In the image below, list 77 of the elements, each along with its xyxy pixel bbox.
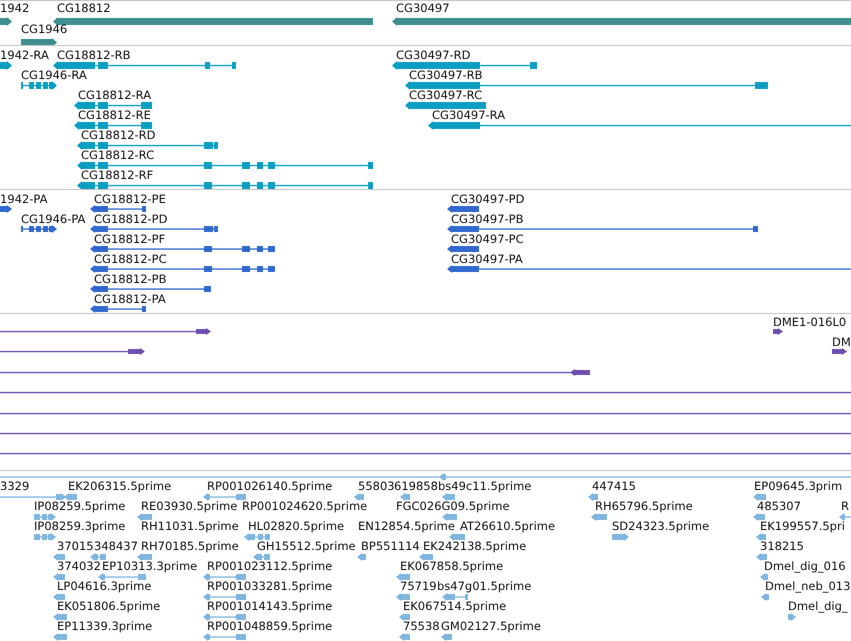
feature-label: CG1946: [21, 23, 68, 36]
feature-label: CG18812-PA: [94, 293, 166, 306]
feature-label: EP10313.3prime: [102, 560, 198, 573]
feature-label: 75719: [400, 580, 437, 593]
feature-label: 619858: [394, 480, 438, 493]
feature-label: RH11031.5prime: [141, 520, 239, 533]
feature-label: RP001026140.5prime: [207, 480, 332, 493]
feature-label: RP001023112.5prime: [207, 560, 332, 573]
feature-label: RE03930.5prime: [141, 500, 238, 513]
feature-label: R: [841, 500, 849, 513]
feature-label: SD24323.5prime: [612, 520, 710, 533]
feature-label: RP001014143.5prime: [207, 600, 332, 613]
feature-label: GM02127.5prime: [441, 620, 541, 633]
feature-label: CG30497-PD: [451, 193, 524, 206]
feature-label: CG30497-RA: [432, 109, 506, 122]
feature-label: 348437: [94, 540, 138, 553]
feature-label: CG18812-RA: [78, 89, 152, 102]
feature-label: CG18812-PE: [94, 193, 166, 206]
feature-label: 1942: [0, 2, 30, 15]
feature-label: EP11339.3prime: [57, 620, 152, 633]
feature-label: LP04616.3prime: [57, 580, 152, 593]
feature-label: 1942-PA: [0, 193, 48, 206]
feature-label: BP551114: [361, 540, 420, 553]
feature-label: EK051806.5prime: [57, 600, 160, 613]
feature-label: CG30497-RB: [409, 69, 483, 82]
feature-label: CG30497-PC: [451, 233, 524, 246]
feature-label: RP001048859.5prime: [207, 620, 332, 633]
feature-label: Dmel_dig_016: [764, 560, 846, 573]
feature-label: CG18812-RC: [81, 149, 154, 162]
feature-label: 1942-RA: [0, 49, 49, 62]
feature-label: CG30497-RD: [396, 49, 471, 62]
feature-label: CG1946-RA: [21, 69, 87, 82]
feature-label: HL02820.5prime: [248, 520, 344, 533]
feature-label: AT26610.5prime: [460, 520, 556, 533]
feature-label: DME1-016L0: [773, 316, 846, 329]
feature-label: CG30497-PB: [451, 213, 524, 226]
feature-label: EK242138.5prime: [423, 540, 526, 553]
feature-label: CG18812-RF: [81, 169, 154, 182]
feature-label: EK067514.5prime: [403, 600, 506, 613]
feature-label: CG18812-RB: [57, 49, 131, 62]
feature-label: EK199557.5pri: [760, 520, 845, 533]
feature-label: 447415: [592, 480, 636, 493]
feature-label: bs49c11.5prime: [438, 480, 532, 493]
feature-label: EN12854.5prime: [358, 520, 455, 533]
feature-label: 3329: [0, 480, 30, 493]
feature-label: CG30497: [396, 2, 450, 15]
feature-label: FGC026G09.5prime: [396, 500, 510, 513]
feature-label: GH15512.5prime: [257, 540, 356, 553]
feature-label: RP001033281.5prime: [207, 580, 332, 593]
feature-label: 318215: [760, 540, 804, 553]
feature-label: 37015: [57, 540, 94, 553]
feature-label: 55803: [358, 480, 395, 493]
feature-label: CG30497-RC: [409, 89, 482, 102]
feature-label: 485307: [757, 500, 801, 513]
feature-label: CG1946-PA: [21, 213, 86, 226]
feature-label: CG30497-PA: [451, 253, 523, 266]
feature-label: RP001024620.5prime: [242, 500, 368, 513]
feature-label: CG18812: [57, 2, 111, 15]
feature-label: Dmel_neb_013: [765, 580, 850, 593]
feature-label: IP08259.3prime: [34, 520, 126, 533]
feature-label: CG18812-PB: [94, 273, 166, 286]
feature-label: CG18812-RD: [81, 129, 156, 142]
feature-label: DM: [832, 336, 851, 350]
feature-label: CG18812-RE: [78, 109, 151, 122]
feature-label: 75538: [403, 620, 440, 633]
feature-label: bs47g01.5prime: [437, 580, 532, 593]
feature-label: CG18812-PD: [94, 213, 168, 226]
feature-label: CG18812-PC: [94, 253, 167, 266]
feature-label: EK206315.5prime: [68, 480, 172, 493]
feature-label: RH65796.5prime: [595, 500, 693, 513]
feature-label: EK067858.5prime: [400, 560, 504, 573]
feature-label: 374032: [57, 560, 101, 573]
feature-label: RH70185.5prime: [141, 540, 239, 553]
feature-label: EP09645.3prim: [754, 480, 842, 493]
feature-label: IP08259.5prime: [34, 500, 126, 513]
feature-label: Dmel_dig_: [788, 600, 848, 613]
feature-label: CG18812-PF: [94, 233, 166, 246]
